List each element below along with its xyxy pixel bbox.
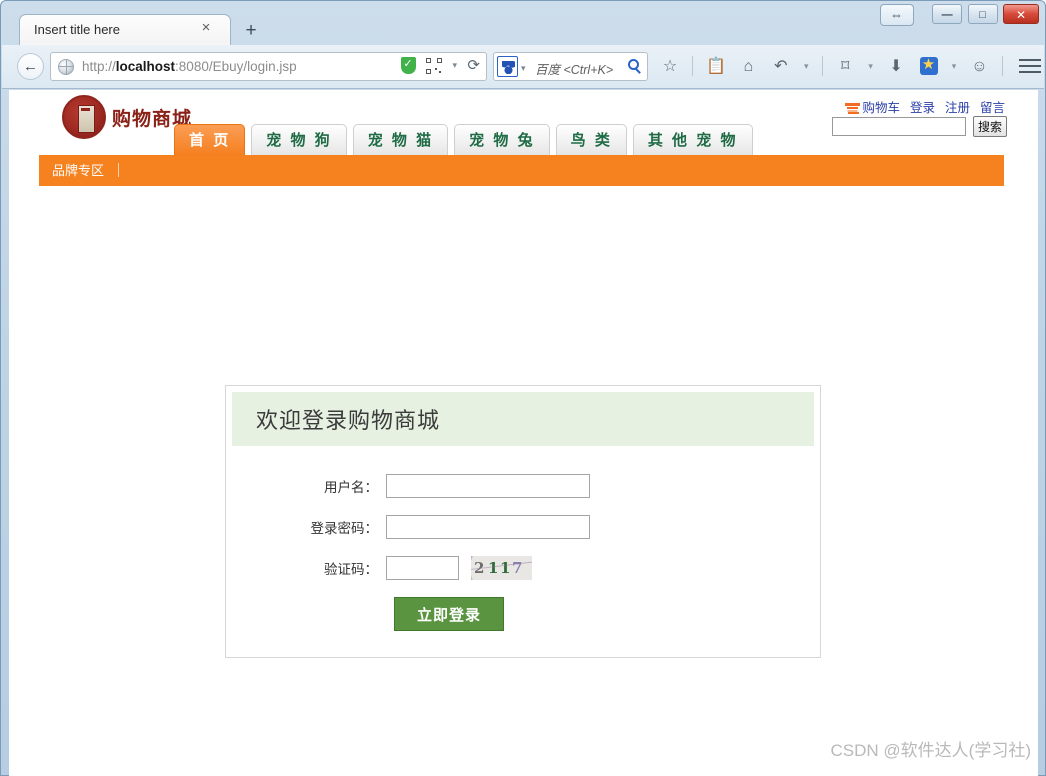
browser-search-placeholder: 百度 <Ctrl+K> xyxy=(535,63,614,77)
form-row-submit: 立即登录 xyxy=(226,597,820,631)
restore-button[interactable]: □ xyxy=(967,4,998,24)
browser-tab-title: Insert title here xyxy=(34,22,120,37)
site-header: 购物商城 购物车 登录 注册 留言 搜索 首 页宠 物 狗宠 物 猫宠 物 兔鸟 类其… xyxy=(9,90,1038,155)
site-search-input[interactable] xyxy=(831,117,966,136)
history-back-icon[interactable]: ↶ xyxy=(767,52,795,81)
back-button[interactable]: ← xyxy=(17,53,44,80)
menu-hamburger-icon[interactable] xyxy=(1019,59,1042,75)
watermark-text: CSDN @软件达人(学习社) xyxy=(830,741,1031,760)
bookmark-star-icon[interactable]: ☆ xyxy=(656,52,684,81)
login-panel: 欢迎登录购物商城 用户名： 登录密码： 验证码： 2 1 1 7 立即登录 xyxy=(225,385,821,658)
address-bar-icons: ▾ ⟳ xyxy=(395,57,480,75)
globe-icon xyxy=(58,59,74,75)
browser-toolbar: ← http://localhost:8080/Ebuy/login.jsp ▾… xyxy=(2,45,1044,89)
reading-list-icon[interactable]: 📋 xyxy=(702,52,730,81)
login-panel-title: 欢迎登录购物商城 xyxy=(256,409,441,434)
captcha-label: 验证码： xyxy=(324,562,378,577)
tab-birds[interactable]: 鸟 类 xyxy=(555,124,627,155)
captcha-digit-3: 1 xyxy=(500,559,511,577)
page-viewport: 购物商城 购物车 登录 注册 留言 搜索 首 页宠 物 狗宠 物 猫宠 物 兔鸟 类其… xyxy=(9,90,1038,776)
link-cart[interactable]: 购物车 xyxy=(862,101,900,115)
screenshot-crop-icon[interactable]: ⌑ xyxy=(831,52,859,81)
tab-rabbits[interactable]: 宠 物 兔 xyxy=(454,124,550,155)
favorites-dropdown-icon[interactable]: ▾ xyxy=(947,52,961,81)
site-category-tabs: 首 页宠 物 狗宠 物 猫宠 物 兔鸟 类其 他 宠 物 xyxy=(174,124,759,155)
address-bar[interactable]: http://localhost:8080/Ebuy/login.jsp ▾ ⟳ xyxy=(50,52,487,81)
browser-search-box[interactable]: ▾ 百度 <Ctrl+K> xyxy=(493,52,648,81)
browser-window: Insert title here × + ⇔ — □ ✕ ← http://l… xyxy=(0,0,1046,776)
reload-icon[interactable]: ⟳ xyxy=(467,58,480,73)
submit-spacer xyxy=(226,597,394,631)
browser-tool-icons: ☆ 📋 ⌂ ↶ ▾ ⌑ ▾ ⬇ ▾ ☺ xyxy=(656,52,1042,81)
captcha-digit-4: 7 xyxy=(512,559,523,577)
baidu-paw-icon[interactable] xyxy=(497,56,518,77)
url-rest: :8080/Ebuy/login.jsp xyxy=(175,59,297,74)
url-prefix: http:// xyxy=(82,59,116,74)
search-engine-chevron-down-icon[interactable]: ▾ xyxy=(521,63,526,74)
home-icon[interactable]: ⌂ xyxy=(734,52,762,81)
captcha-digit-2: 1 xyxy=(488,559,499,577)
close-window-icon: ✕ xyxy=(1015,8,1027,22)
site-search-row: 搜索 xyxy=(831,116,1007,137)
username-label: 用户名： xyxy=(324,480,378,495)
captcha-digit-1: 2 xyxy=(474,559,485,577)
address-bar-url: http://localhost:8080/Ebuy/login.jsp xyxy=(82,58,297,76)
captcha-input[interactable] xyxy=(386,556,459,580)
resize-icon: ⇔ xyxy=(890,7,904,22)
window-controls: ⇔ — □ ✕ xyxy=(879,4,1039,26)
brand-zone-bar: 品牌专区 xyxy=(39,155,1004,186)
new-tab-button[interactable]: + xyxy=(241,21,261,41)
favorites-star-icon[interactable] xyxy=(919,55,938,75)
form-row-password: 登录密码： xyxy=(226,515,820,539)
url-host: localhost xyxy=(115,59,176,74)
screenshot-dropdown-icon[interactable]: ▾ xyxy=(864,52,878,81)
minimize-icon: — xyxy=(941,9,953,21)
link-register[interactable]: 注册 xyxy=(945,101,970,115)
close-window-button[interactable]: ✕ xyxy=(1003,4,1039,24)
link-login[interactable]: 登录 xyxy=(910,101,935,115)
password-label: 登录密码： xyxy=(310,521,379,536)
restore-icon: □ xyxy=(979,9,986,21)
brand-zone-label[interactable]: 品牌专区 xyxy=(52,163,104,178)
login-panel-header: 欢迎登录购物商城 xyxy=(232,392,814,446)
browser-tab[interactable]: Insert title here × xyxy=(19,14,231,46)
link-message[interactable]: 留言 xyxy=(980,101,1005,115)
password-input[interactable] xyxy=(386,515,590,539)
minimize-button[interactable]: — xyxy=(932,4,963,24)
captcha-image[interactable]: 2 1 1 7 xyxy=(471,556,532,580)
tab-home[interactable]: 首 页 xyxy=(174,124,246,155)
login-form: 用户名： 登录密码： 验证码： 2 1 1 7 立即登录 xyxy=(226,452,820,657)
qr-code-icon[interactable] xyxy=(425,57,442,74)
toolbar-divider-3 xyxy=(1001,56,1003,76)
username-input[interactable] xyxy=(386,474,590,498)
chevron-down-icon[interactable]: ▾ xyxy=(452,60,457,71)
seal-logo-icon xyxy=(62,95,106,139)
close-icon[interactable]: × xyxy=(198,20,214,36)
resize-handle-button[interactable]: ⇔ xyxy=(879,4,914,26)
download-icon[interactable]: ⬇ xyxy=(882,52,910,81)
toolbar-divider xyxy=(692,56,694,76)
form-row-captcha: 验证码： 2 1 1 7 xyxy=(226,556,820,580)
toolbar-divider-2 xyxy=(821,56,823,76)
site-search-button[interactable]: 搜索 xyxy=(972,116,1007,137)
tab-dogs[interactable]: 宠 物 狗 xyxy=(251,124,347,155)
brand-zone-link-wrap: 品牌专区 xyxy=(52,155,120,186)
history-dropdown-icon[interactable]: ▾ xyxy=(799,52,813,81)
feedback-smiley-icon[interactable]: ☺ xyxy=(965,52,993,81)
brand-bar-separator xyxy=(118,163,120,177)
search-icon[interactable] xyxy=(628,59,639,70)
shield-check-icon[interactable] xyxy=(400,57,416,75)
shopping-cart-icon[interactable] xyxy=(845,102,861,113)
main-content: 欢迎登录购物商城 用户名： 登录密码： 验证码： 2 1 1 7 立即登录 xyxy=(9,186,1038,706)
site-logo[interactable]: 购物商城 xyxy=(62,93,192,145)
tab-other-pets[interactable]: 其 他 宠 物 xyxy=(632,124,753,155)
top-utility-links: 购物车 登录 注册 留言 xyxy=(845,97,1005,116)
tab-cats[interactable]: 宠 物 猫 xyxy=(352,124,449,155)
form-row-username: 用户名： xyxy=(226,474,820,498)
login-submit-button[interactable]: 立即登录 xyxy=(394,597,504,631)
page-content: 购物商城 购物车 登录 注册 留言 搜索 首 页宠 物 狗宠 物 猫宠 物 兔鸟 类其… xyxy=(9,90,1038,776)
browser-titlebar: Insert title here × + ⇔ — □ ✕ xyxy=(1,1,1045,46)
